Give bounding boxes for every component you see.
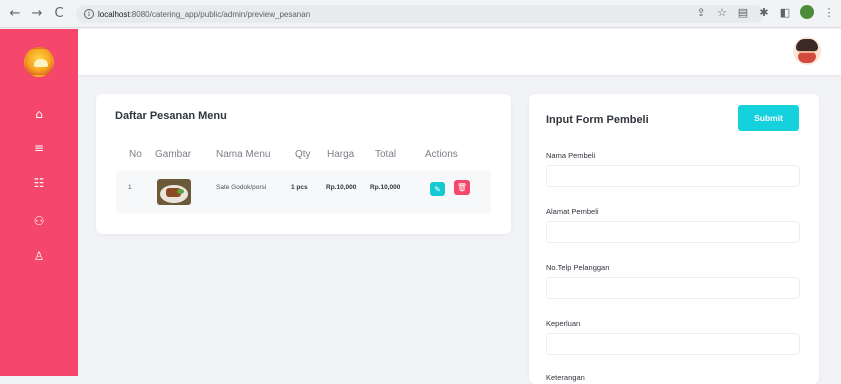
extension-icon[interactable]: ▤: [737, 5, 749, 19]
reload-icon[interactable]: C: [50, 5, 68, 23]
cell-nama-menu: Sate Godok/porsi: [216, 184, 267, 191]
browser-actions: ⇪ ☆ ▤ ✱ ◧ ⋮: [695, 5, 835, 19]
order-list-title: Daftar Pesanan Menu: [115, 110, 227, 122]
info-icon[interactable]: i: [84, 9, 94, 19]
menu-image: [157, 179, 191, 205]
puzzle-icon[interactable]: ✱: [758, 5, 770, 19]
column-header-no: No: [129, 149, 142, 160]
cell-harga: Rp.10,000: [326, 184, 357, 191]
home-icon[interactable]: ⌂: [29, 106, 49, 122]
alamat-pembeli-input[interactable]: [546, 221, 800, 243]
top-header: [78, 29, 841, 75]
sidebar: ⌂ ≡ ☷ ⚇ ♙: [0, 29, 78, 376]
keterangan-label: Keterangan: [546, 373, 585, 382]
forward-icon[interactable]: →: [28, 5, 46, 23]
cell-qty: 1 pcs: [291, 184, 308, 191]
back-icon[interactable]: ←: [6, 5, 24, 23]
column-header-qty: Qty: [295, 149, 311, 160]
no-telp-input[interactable]: [546, 277, 800, 299]
menu-icon[interactable]: ⋮: [823, 5, 835, 19]
user-icon[interactable]: ♙: [29, 248, 49, 264]
buyer-form-card: Input Form Pembeli Submit Nama Pembeli A…: [529, 94, 819, 384]
trash-icon: 🗑: [456, 183, 468, 192]
logo[interactable]: [24, 47, 54, 77]
no-telp-label: No.Telp Pelanggan: [546, 263, 610, 272]
list-icon[interactable]: ≡: [29, 140, 49, 156]
column-header-nama-menu: Nama Menu: [216, 149, 271, 160]
sidebar-icon[interactable]: ◧: [779, 5, 791, 19]
delete-button[interactable]: 🗑: [454, 180, 470, 195]
url-text: localhost:8080/catering_app/public/admin…: [98, 9, 311, 19]
edit-button[interactable]: ✎: [430, 182, 445, 196]
menu-book-icon[interactable]: ☷: [29, 175, 49, 191]
nama-pembeli-label: Nama Pembeli: [546, 151, 596, 160]
cell-total: Rp.10,000: [370, 184, 401, 191]
nama-pembeli-input[interactable]: [546, 165, 800, 187]
buyer-form-title: Input Form Pembeli: [546, 114, 649, 126]
column-header-harga: Harga: [327, 149, 355, 160]
column-header-actions: Actions: [425, 149, 458, 160]
keperluan-label: Keperluan: [546, 319, 581, 328]
address-bar[interactable]: i localhost:8080/catering_app/public/adm…: [76, 5, 764, 23]
column-header-gambar: Gambar: [155, 149, 192, 160]
browser-toolbar: ← → C i localhost:8080/catering_app/publ…: [0, 0, 841, 28]
profile-icon[interactable]: [800, 5, 814, 19]
alamat-pembeli-label: Alamat Pembeli: [546, 207, 599, 216]
table-header: No Gambar Nama Menu Qty Harga Total Acti…: [116, 149, 496, 165]
share-icon[interactable]: ⇪: [695, 5, 707, 19]
cell-no: 1: [128, 184, 132, 191]
submit-button[interactable]: Submit: [738, 105, 799, 131]
users-icon[interactable]: ⚇: [29, 213, 49, 229]
column-header-total: Total: [375, 149, 397, 160]
avatar[interactable]: [793, 37, 821, 65]
keperluan-input[interactable]: [546, 333, 800, 355]
pencil-icon: ✎: [434, 184, 441, 194]
star-icon[interactable]: ☆: [716, 5, 728, 19]
order-list-card: Daftar Pesanan Menu No Gambar Nama Menu …: [96, 94, 511, 234]
